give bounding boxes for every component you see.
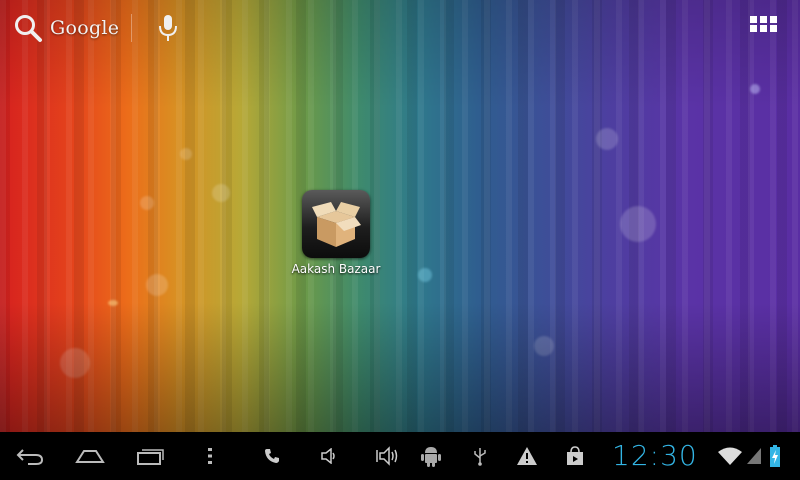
microphone-icon[interactable] [157,14,179,42]
app-shortcut-aakash-bazaar[interactable]: Aakash Bazaar [286,190,386,276]
android-debug-icon [421,447,441,467]
open-box-icon[interactable] [302,190,370,258]
app-shortcut-label: Aakash Bazaar [291,262,381,276]
phone-icon [265,449,279,463]
usb-notification[interactable] [470,432,490,480]
phone-notification[interactable] [262,432,282,480]
volume-icon [321,448,335,464]
google-brand-label[interactable]: Google [50,17,119,39]
battery-status[interactable] [766,432,784,480]
volume-notification[interactable] [318,432,340,480]
status-clock[interactable]: 12:30 [612,437,698,475]
usb-icon [474,448,486,466]
all-apps-button[interactable] [748,16,778,40]
battery-charging-icon [770,445,780,467]
signal-icon [747,448,761,464]
overflow-menu-icon [208,448,212,464]
wallpaper [0,0,800,432]
vibrate-icon [376,446,398,466]
recent-apps-icon [137,449,164,465]
store-notification[interactable] [563,432,587,480]
search-icon[interactable] [12,12,44,44]
google-search-widget[interactable]: Google [12,12,119,44]
back-button[interactable] [10,432,50,480]
warning-notification[interactable] [515,432,539,480]
wifi-status[interactable] [716,432,744,480]
home-button[interactable] [70,432,110,480]
back-arrow-icon [16,449,44,465]
recent-apps-button[interactable] [130,432,170,480]
menu-button[interactable] [200,432,220,480]
search-divider [131,14,132,42]
home-icon [75,450,105,463]
store-bag-icon [567,446,583,465]
signal-status[interactable] [744,432,764,480]
warning-icon [517,447,537,465]
wifi-icon [718,447,742,465]
android-debug-notification[interactable] [420,432,442,480]
vibrate-notification[interactable] [374,432,402,480]
